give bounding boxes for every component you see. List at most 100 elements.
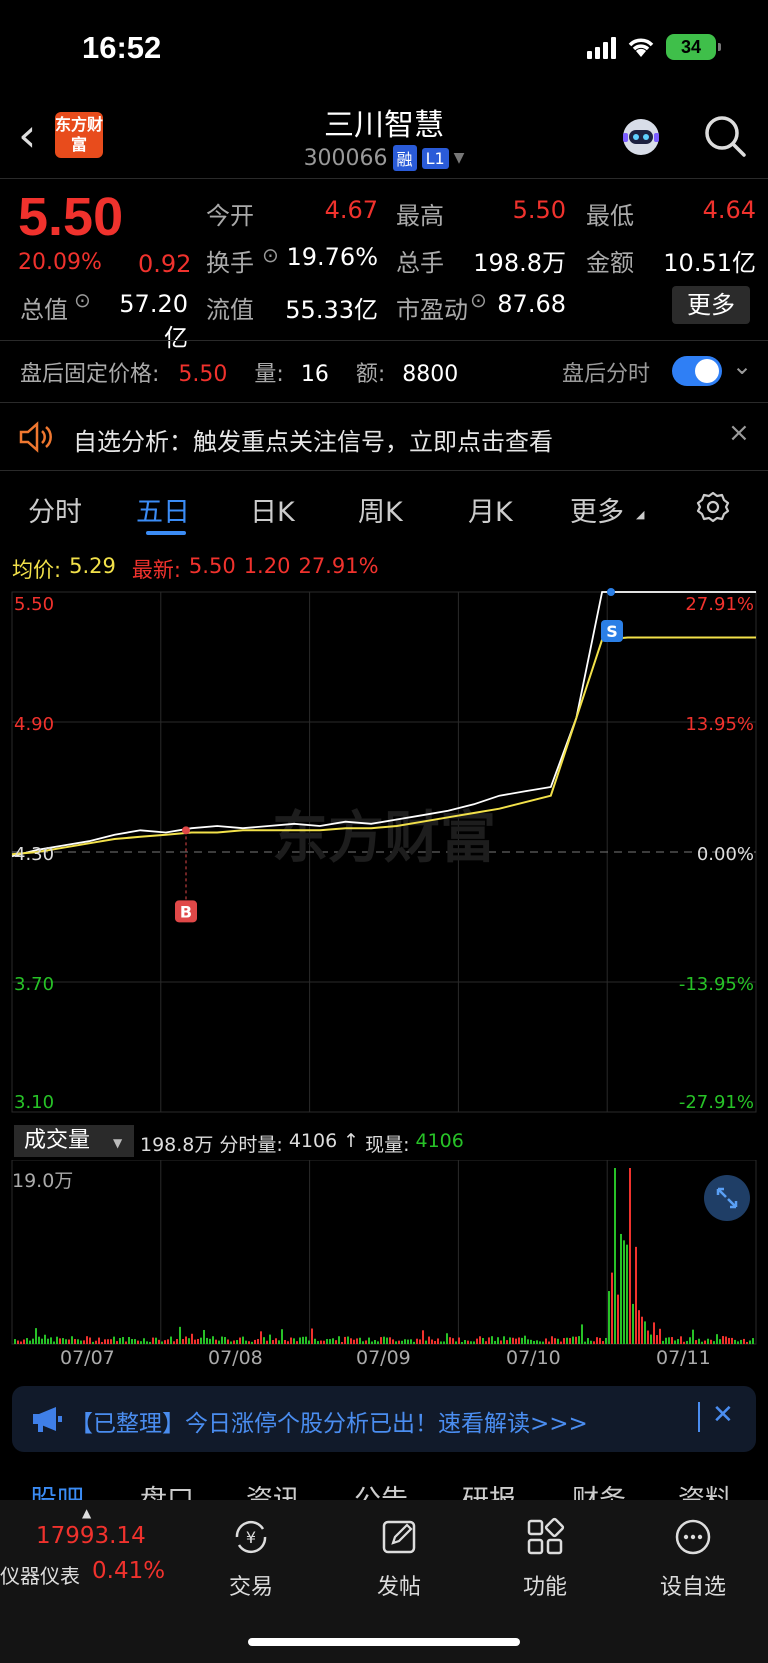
search-icon[interactable] <box>702 113 748 159</box>
volume-bar <box>41 1338 43 1344</box>
volume-bar <box>389 1337 391 1344</box>
volume-bar <box>734 1339 736 1344</box>
volume-bar <box>158 1339 160 1344</box>
volume-bar <box>638 1310 640 1344</box>
volume-bar <box>260 1331 262 1344</box>
add-watchlist-button[interactable]: 设自选 <box>638 1515 748 1601</box>
tab-monthly-k[interactable]: 月K <box>468 490 513 529</box>
lower-tab-research[interactable]: 研报 <box>462 1478 516 1500</box>
more-button[interactable]: 更多 <box>672 286 750 324</box>
volume-bar <box>14 1339 16 1344</box>
tab-more[interactable]: 更多 <box>570 490 624 529</box>
lower-tab-announcements[interactable]: 公告 <box>354 1478 408 1500</box>
volume-bar <box>380 1337 382 1344</box>
notice-divider <box>698 1402 700 1432</box>
volume-value: 198.8万 <box>473 249 566 277</box>
volume-bar <box>494 1340 496 1344</box>
market-cap-value: 57.20亿 <box>119 290 188 352</box>
volume-bar <box>578 1336 580 1344</box>
volume-bar <box>629 1168 631 1344</box>
volume-bar <box>479 1336 481 1344</box>
volume-bar <box>236 1340 238 1344</box>
function-label: 功能 <box>522 1575 567 1600</box>
volume-bar <box>305 1336 307 1344</box>
lower-tab-news[interactable]: 资讯 <box>246 1478 300 1500</box>
volume-bar <box>485 1341 487 1344</box>
index-name[interactable]: 仪器仪表 <box>0 1560 80 1589</box>
volume-bar <box>77 1339 79 1344</box>
volume-bar <box>212 1336 214 1344</box>
tab-weekly-k[interactable]: 周K <box>358 490 403 529</box>
avg-price-label: 均价: <box>12 558 62 582</box>
volume-bar <box>716 1334 718 1344</box>
tab-five-day[interactable]: 五日 <box>136 490 190 529</box>
volume-bar <box>506 1340 508 1344</box>
alert-text[interactable]: 自选分析：触发重点关注信号，立即点击查看 <box>73 422 553 457</box>
volume-bar <box>659 1328 661 1344</box>
volume-selector[interactable]: 成交量 ▼ <box>14 1125 134 1157</box>
volume-bar <box>554 1338 556 1344</box>
after-hours-amt: 8800 <box>402 362 459 387</box>
expand-icon <box>716 1187 738 1209</box>
close-icon[interactable]: × <box>728 418 750 448</box>
volume-bar <box>125 1341 127 1344</box>
tab-daily-k[interactable]: 日K <box>250 490 295 529</box>
current-volume: 4106 <box>415 1130 464 1152</box>
volume-bar <box>35 1328 37 1344</box>
volume-bar <box>752 1338 754 1344</box>
y-tick-label: 3.10 <box>14 1092 54 1113</box>
volume-bar <box>86 1336 88 1344</box>
post-button[interactable]: 发帖 <box>344 1515 454 1601</box>
robot-assistant-icon[interactable] <box>617 113 665 161</box>
function-button[interactable]: 功能 <box>490 1515 600 1601</box>
volume-bar <box>374 1340 376 1344</box>
index-pct[interactable]: 0.41% <box>92 1558 165 1584</box>
grid-icon <box>527 1517 565 1555</box>
chevron-down-icon[interactable]: ⌄ <box>732 352 752 380</box>
index-value[interactable]: 17993.14 <box>36 1523 146 1549</box>
volume-bar <box>251 1341 253 1344</box>
y-tick-label: 5.50 <box>14 594 54 615</box>
y-tick-label: 4.30 <box>14 844 54 865</box>
volume-bar <box>410 1339 412 1344</box>
volume-bar <box>377 1341 379 1344</box>
after-hours-toggle[interactable] <box>672 356 722 386</box>
volume-bar <box>536 1340 538 1344</box>
volume-bar <box>149 1341 151 1344</box>
price-chart[interactable]: 东方财富BS5.50 27.91%4.90 13.95%4.30 0.00%3.70-… <box>0 584 768 1124</box>
legend-pct: 27.91% <box>298 554 379 578</box>
info-icon[interactable]: ⊙ <box>74 288 91 312</box>
market-cap-label: 总值 <box>20 296 68 324</box>
more-caret-icon: ◢ <box>636 508 645 521</box>
volume-bar <box>614 1168 616 1344</box>
trade-button[interactable]: ¥ 交易 <box>196 1515 306 1601</box>
volume-bar <box>530 1339 532 1344</box>
volume-bar <box>650 1334 652 1344</box>
volume-bar <box>113 1336 115 1344</box>
info-icon[interactable]: ⊙ <box>262 243 279 267</box>
after-hours-label: 盘后固定价格: <box>20 362 160 387</box>
info-icon[interactable]: ⊙ <box>470 288 487 312</box>
volume-bar <box>671 1337 673 1344</box>
close-icon[interactable]: ✕ <box>712 1400 734 1430</box>
lower-tab-profile[interactable]: 资料 <box>678 1478 732 1500</box>
expand-button[interactable] <box>704 1175 750 1221</box>
lower-tab-guba[interactable]: 股吧 <box>30 1478 84 1500</box>
notice-text[interactable]: 【已整理】今日涨停个股分析已出！速看解读>>> <box>70 1404 588 1438</box>
after-hours-vol-label: 量: <box>254 362 284 387</box>
volume-bar <box>656 1335 658 1344</box>
volume-bar <box>569 1338 571 1344</box>
volume-chart[interactable] <box>0 1160 768 1346</box>
volume-bar <box>107 1339 109 1344</box>
settings-icon[interactable] <box>696 490 730 524</box>
volume-bar <box>188 1338 190 1344</box>
volume-bar <box>701 1341 703 1344</box>
lower-tab-finance[interactable]: 财务 <box>572 1478 626 1500</box>
volume-bar <box>338 1336 340 1344</box>
tab-minute[interactable]: 分时 <box>28 490 82 529</box>
volume-bar <box>545 1338 547 1344</box>
lower-tab-pankou[interactable]: 盘口 <box>140 1478 194 1500</box>
dropdown-icon: ▼ <box>453 150 465 166</box>
volume-bar <box>197 1338 199 1344</box>
volume-bar <box>239 1337 241 1344</box>
